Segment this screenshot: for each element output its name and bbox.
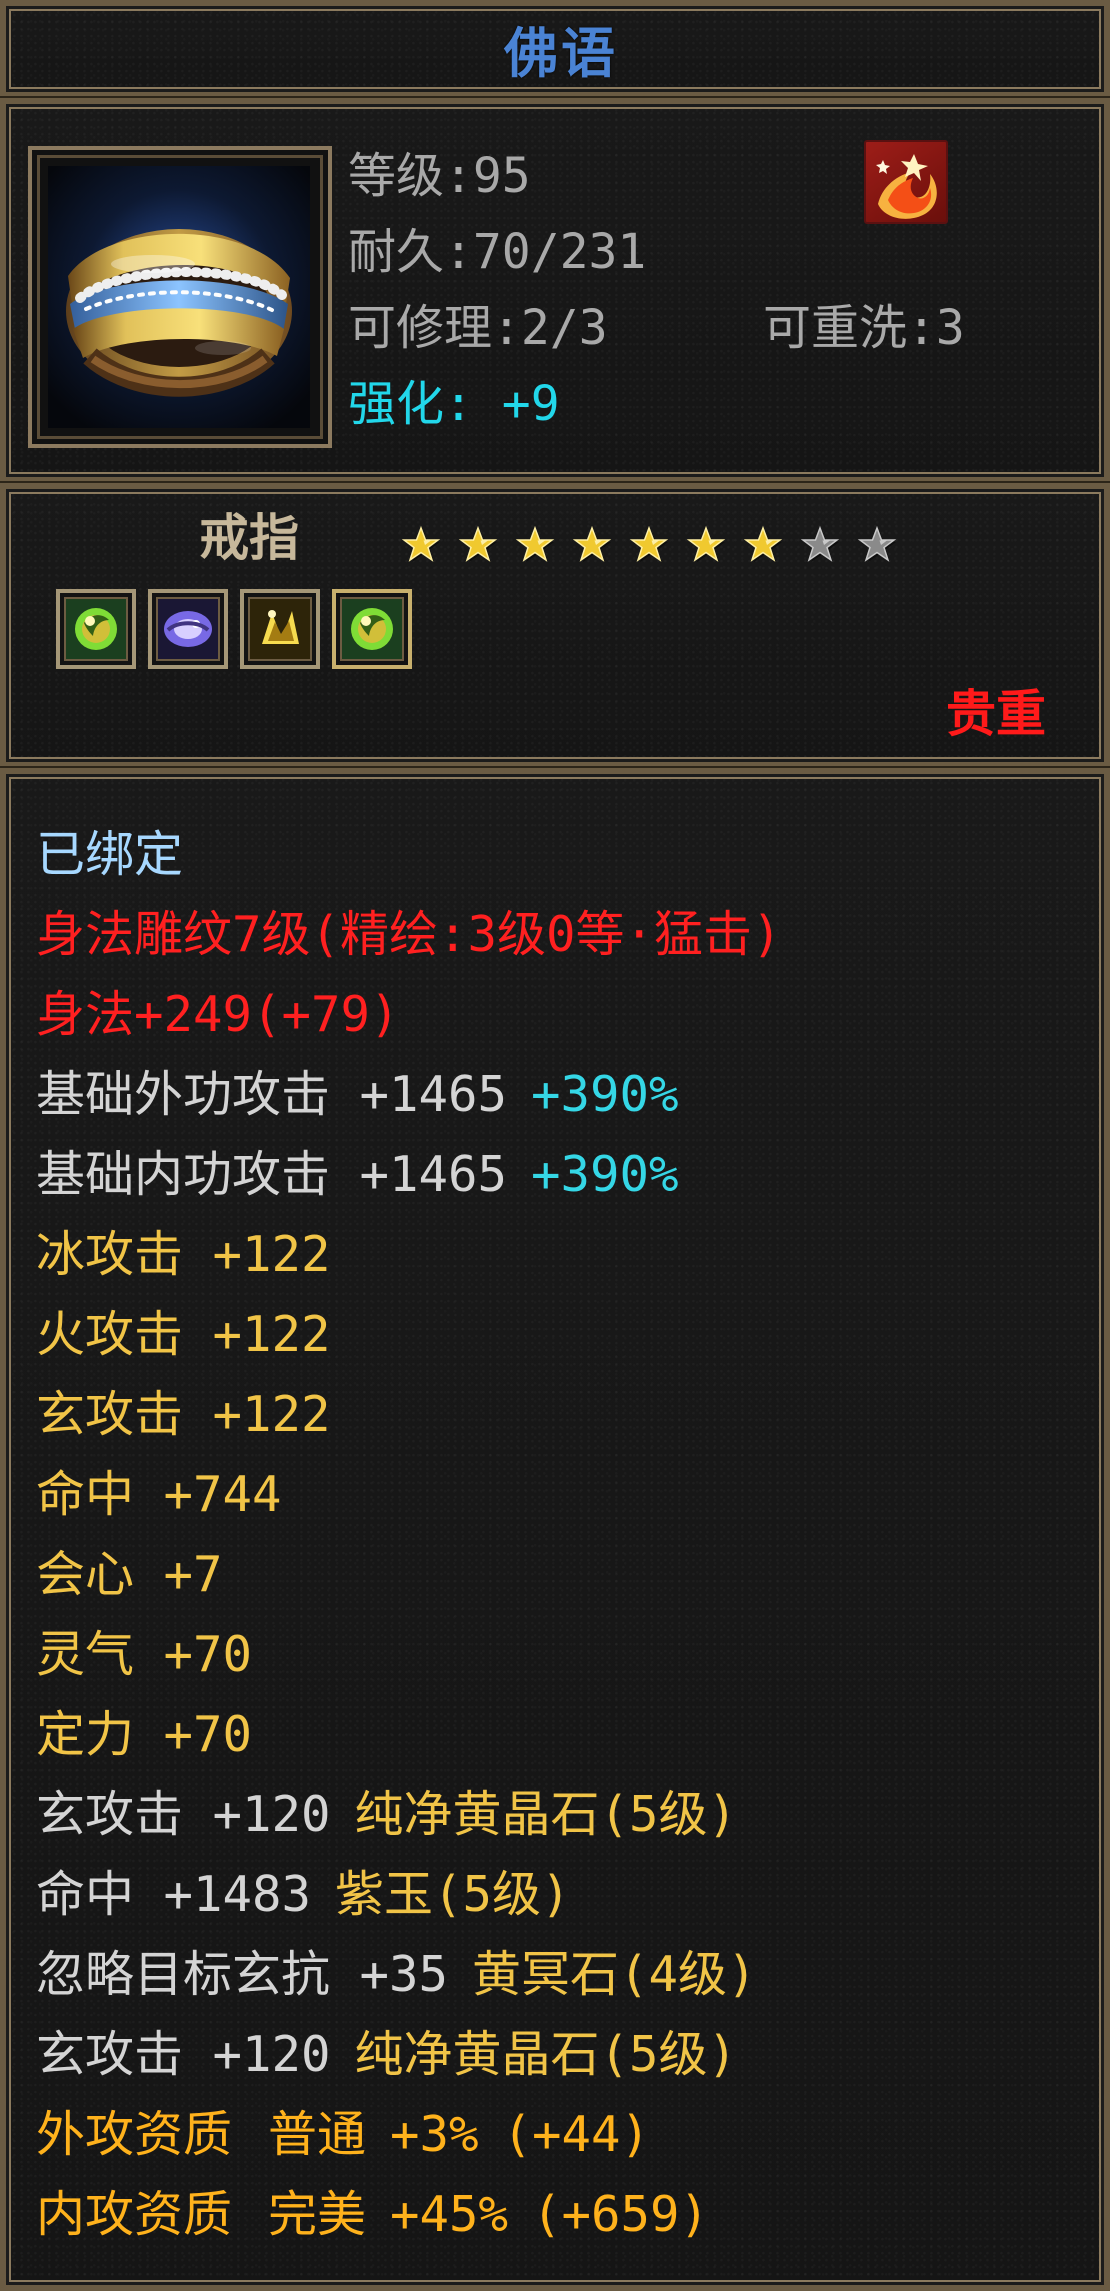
- fire-attack-line: 火攻击 +122: [36, 1306, 331, 1363]
- gem-name-2: 紫玉(5级): [335, 1866, 571, 1923]
- gem-slot-1: [56, 589, 136, 669]
- filled-star-icon: [686, 525, 726, 562]
- item-image-frame: [28, 146, 332, 448]
- gem-name-3: 黄冥石(4级): [472, 1946, 757, 2003]
- gem-stat-3: 忽略目标玄抗 +35: [36, 1946, 449, 2003]
- outer-quality-label: 外攻资质: [36, 2106, 233, 2163]
- inner-quality-grade: 完美: [268, 2186, 367, 2243]
- gem-stat-line-1: 玄攻击 +120 纯净黄晶石(5级): [36, 1786, 1076, 1866]
- item-level: 等级:95: [348, 148, 531, 204]
- item-type-panel: 戒指 贵重: [0, 483, 1110, 768]
- inner-attack-extra: +390%: [531, 1146, 679, 1203]
- star-rating: [401, 525, 897, 562]
- gem-stat-4: 玄攻击 +120: [36, 2026, 331, 2083]
- engraving-line: 身法雕纹7级(精绘:3级0等·猛击): [36, 906, 782, 963]
- ice-attack-line: 冰攻击 +122: [36, 1226, 331, 1283]
- gem-stat-line-3: 忽略目标玄抗 +35 黄冥石(4级): [36, 1946, 1076, 2026]
- inner-quality-label: 内攻资质: [36, 2186, 233, 2243]
- gem-slot-4: [332, 589, 412, 669]
- outer-quality-grade: 普通: [268, 2106, 367, 2163]
- gem-name-1: 纯净黄晶石(5级): [354, 1786, 738, 1843]
- filled-star-icon: [401, 525, 441, 562]
- filled-star-icon: [743, 525, 783, 562]
- item-rewash: 可重洗:3: [763, 300, 965, 356]
- inner-quality-extra: (+659): [532, 2186, 710, 2243]
- inner-quality-value: +45%: [390, 2186, 509, 2243]
- outer-quality-line: 外攻资质 普通 +3% (+44): [36, 2106, 1076, 2186]
- item-quality: 贵重: [946, 685, 1046, 743]
- item-stats-panel: 已绑定 身法雕纹7级(精绘:3级0等·猛击) 身法+249(+79) 基础外功攻…: [0, 768, 1110, 2291]
- green-gem-icon: [342, 599, 402, 659]
- gem-slot-2: [148, 589, 228, 669]
- gem-stat-line-2: 命中 +1483 紫玉(5级): [36, 1866, 1076, 1946]
- fire-badge-icon: [864, 140, 948, 224]
- bound-status: 已绑定: [36, 826, 184, 883]
- purple-gem-icon: [158, 599, 218, 659]
- outer-attack-main: 基础外功攻击 +1465: [36, 1066, 508, 1123]
- gem-stat-line-4: 玄攻击 +120 纯净黄晶石(5级): [36, 2026, 1076, 2106]
- inner-attack-main: 基础内功攻击 +1465: [36, 1146, 508, 1203]
- item-durability: 耐久:70/231: [348, 224, 647, 280]
- empty-star-icon: [800, 525, 840, 562]
- fortitude-line: 定力 +70: [36, 1706, 253, 1763]
- item-title-panel: 佛语: [0, 0, 1110, 98]
- item-summary-panel: 等级:95 耐久:70/231 可修理:2/3 可重洗:3 强化: +9: [0, 98, 1110, 483]
- outer-attack-extra: +390%: [531, 1066, 679, 1123]
- gem-name-4: 纯净黄晶石(5级): [354, 2026, 738, 2083]
- green-gem-icon: [66, 599, 126, 659]
- ring-icon: [48, 166, 310, 428]
- gem-stat-2: 命中 +1483: [36, 1866, 312, 1923]
- filled-star-icon: [629, 525, 669, 562]
- gem-stat-1: 玄攻击 +120: [36, 1786, 331, 1843]
- crit-line: 会心 +7: [36, 1546, 223, 1603]
- body-skill-line: 身法+249(+79): [36, 986, 400, 1043]
- yellow-gem-icon: [250, 599, 310, 659]
- empty-star-icon: [857, 525, 897, 562]
- item-enhance: 强化: +9: [348, 376, 560, 432]
- gem-slot-3: [240, 589, 320, 669]
- outer-attack-line: 基础外功攻击 +1465 +390%: [36, 1066, 1076, 1146]
- filled-star-icon: [458, 525, 498, 562]
- spirit-line: 灵气 +70: [36, 1626, 253, 1683]
- outer-quality-extra: (+44): [502, 2106, 651, 2163]
- item-title: 佛语: [504, 22, 618, 85]
- item-type: 戒指: [199, 509, 299, 567]
- outer-quality-value: +3%: [390, 2106, 479, 2163]
- inner-attack-line: 基础内功攻击 +1465 +390%: [36, 1146, 1076, 1226]
- item-repairable: 可修理:2/3: [348, 300, 608, 356]
- hit-line: 命中 +744: [36, 1466, 282, 1523]
- inner-quality-line: 内攻资质 完美 +45% (+659): [36, 2186, 1076, 2266]
- filled-star-icon: [515, 525, 555, 562]
- filled-star-icon: [572, 525, 612, 562]
- gem-slots: [56, 589, 416, 669]
- stats-list: 已绑定 身法雕纹7级(精绘:3级0等·猛击) 身法+249(+79) 基础外功攻…: [36, 826, 1076, 2266]
- mystic-attack-line: 玄攻击 +122: [36, 1386, 331, 1443]
